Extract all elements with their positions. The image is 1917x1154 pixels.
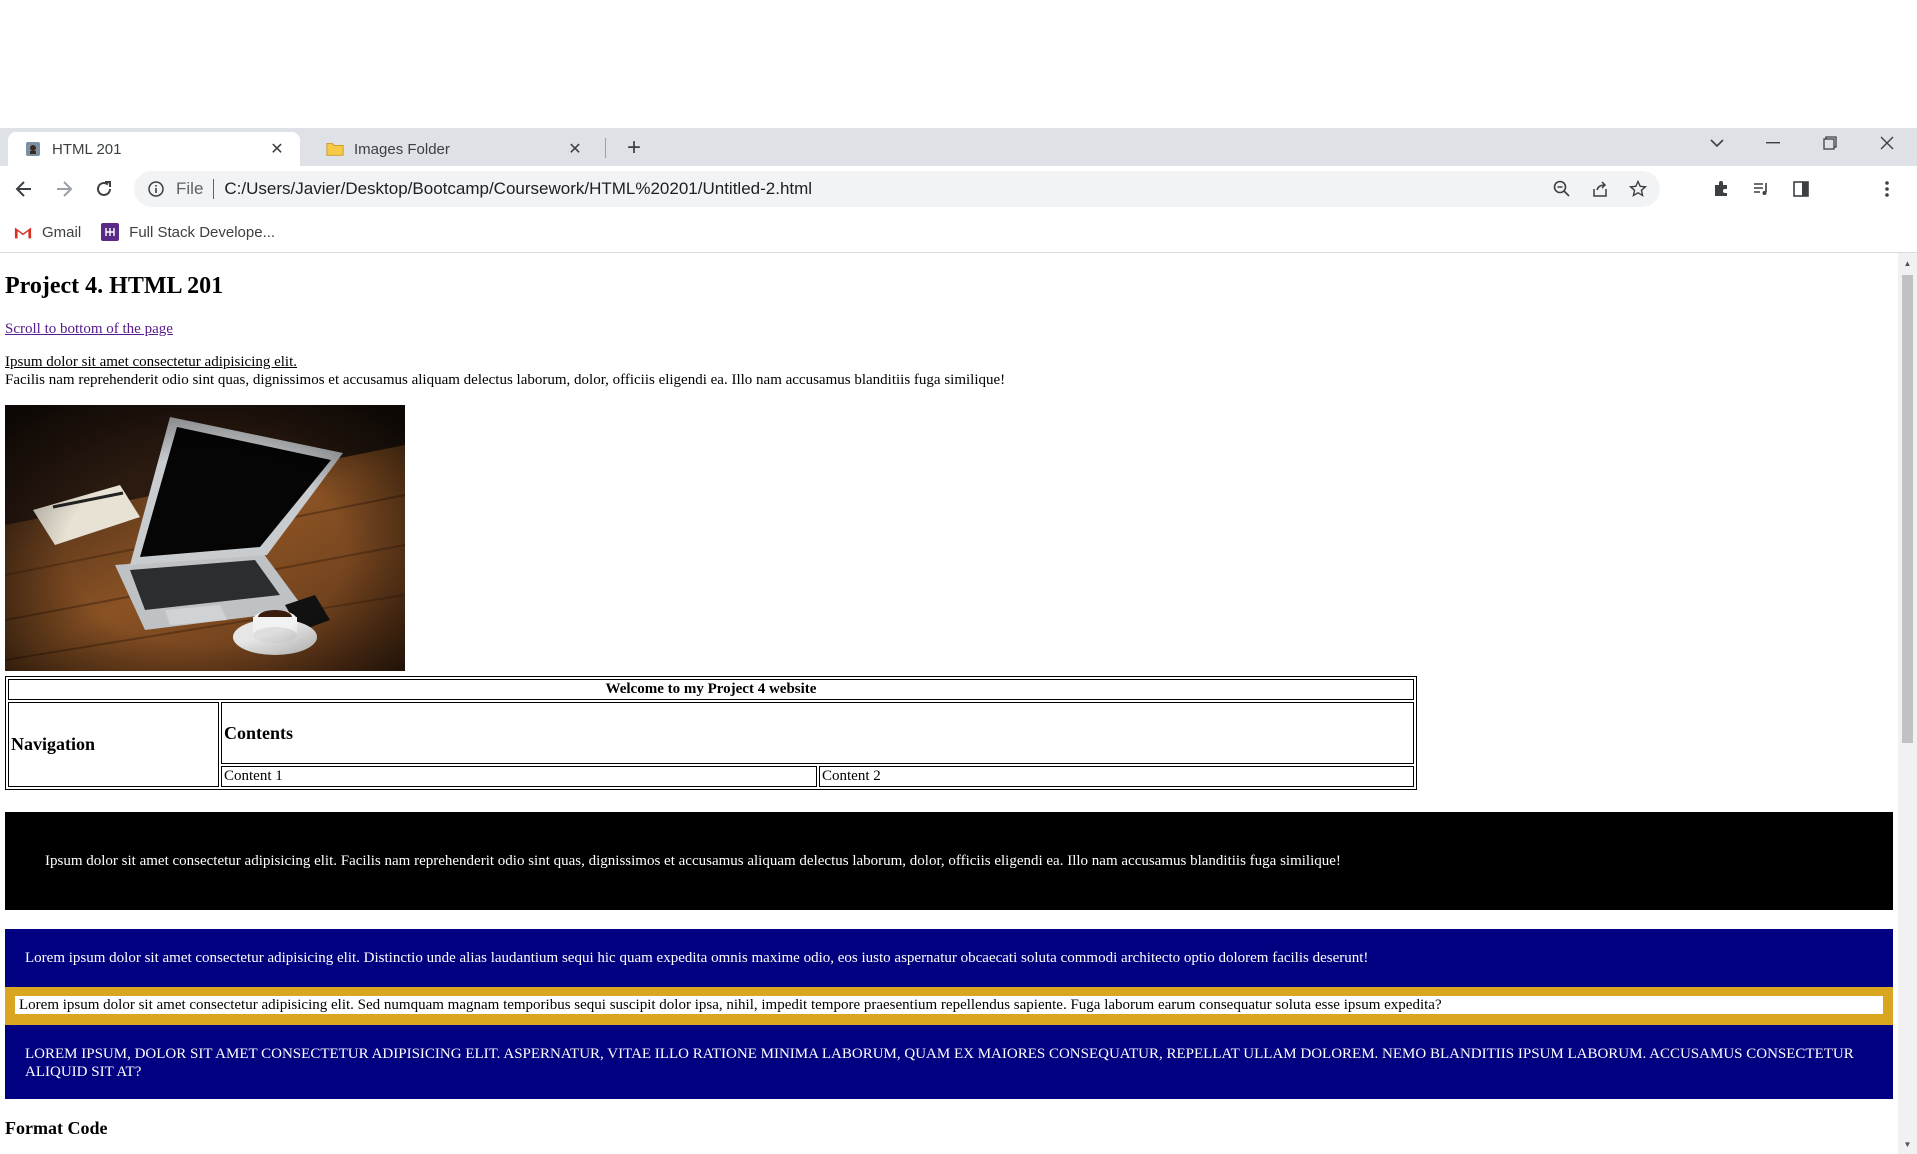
tab-separator xyxy=(605,138,606,158)
close-window-button[interactable] xyxy=(1864,128,1910,158)
scroll-to-bottom-link[interactable]: Scroll to bottom of the page xyxy=(5,321,173,338)
side-panel-icon[interactable] xyxy=(1789,177,1813,201)
page-viewport: Project 4. HTML 201 Scroll to bottom of … xyxy=(0,253,1898,1154)
menu-kebab-icon[interactable] xyxy=(1875,177,1899,201)
bookmark-star-icon[interactable] xyxy=(1626,177,1650,201)
content-2-cell: Content 2 xyxy=(819,766,1414,787)
back-button[interactable] xyxy=(8,173,40,205)
bookmarks-bar: Gmail Full Stack Develope... xyxy=(0,212,1917,253)
gold-bordered-box: Lorem ipsum dolor sit amet consectetur a… xyxy=(5,987,1893,1025)
table-caption-cell: Welcome to my Project 4 website xyxy=(8,679,1414,700)
gold-box-text: Lorem ipsum dolor sit amet consectetur a… xyxy=(15,996,1883,1014)
contents-cell: Contents xyxy=(221,702,1414,764)
tab-search-chevron-icon[interactable] xyxy=(1694,128,1740,158)
tab-title: Images Folder xyxy=(354,140,450,158)
desktop-blank-area xyxy=(0,0,1917,128)
gmail-icon xyxy=(14,223,32,241)
page-scrollbar[interactable]: ▲ ▼ xyxy=(1898,253,1917,1154)
black-text-box: Ipsum dolor sit amet consectetur adipisi… xyxy=(5,812,1893,910)
reload-button[interactable] xyxy=(88,173,120,205)
bookmark-full-stack[interactable]: Full Stack Develope... xyxy=(101,223,275,241)
scheme-label: File xyxy=(176,179,204,198)
layout-table: Welcome to my Project 4 website Navigati… xyxy=(5,676,1417,790)
bookmark-app-icon xyxy=(101,223,120,241)
tab-title: HTML 201 xyxy=(52,140,122,158)
media-controls-icon[interactable] xyxy=(1749,177,1773,201)
tab-strip: HTML 201 ✕ Images Folder ✕ xyxy=(0,128,1917,166)
site-info-icon[interactable] xyxy=(146,179,166,199)
forward-button[interactable] xyxy=(48,173,80,205)
new-tab-button[interactable]: + xyxy=(620,134,648,162)
scrollbar-thumb[interactable] xyxy=(1902,275,1913,743)
scroll-down-arrow-icon[interactable]: ▼ xyxy=(1902,1138,1913,1150)
address-divider xyxy=(213,179,215,199)
navy-box-1-text: Lorem ipsum dolor sit amet consectetur a… xyxy=(25,949,1369,966)
tab-images-folder[interactable]: Images Folder ✕ xyxy=(310,132,598,166)
navy-box-2-text: LOREM IPSUM, DOLOR SIT AMET CONSECTETUR … xyxy=(25,1046,1854,1080)
format-code-heading: Format Code xyxy=(5,1118,108,1138)
share-icon[interactable] xyxy=(1588,177,1612,201)
close-tab-icon[interactable]: ✕ xyxy=(564,138,586,160)
content-1-cell: Content 1 xyxy=(221,766,817,787)
scroll-up-arrow-icon[interactable]: ▲ xyxy=(1902,257,1913,269)
navy-text-box-1: Lorem ipsum dolor sit amet consectetur a… xyxy=(5,929,1893,987)
close-tab-icon[interactable]: ✕ xyxy=(266,138,288,160)
tab-html-201[interactable]: HTML 201 ✕ xyxy=(8,132,300,166)
url-text[interactable]: C:/Users/Javier/Desktop/Bootcamp/Coursew… xyxy=(224,179,812,199)
bookmark-gmail[interactable]: Gmail xyxy=(14,223,81,241)
intro-paragraph: Facilis nam reprehenderit odio sint quas… xyxy=(5,372,1006,388)
navy-text-box-2: LOREM IPSUM, DOLOR SIT AMET CONSECTETUR … xyxy=(5,1025,1893,1099)
page-title: Project 4. HTML 201 xyxy=(5,273,224,299)
laptop-desk-photo xyxy=(5,405,405,671)
black-box-text: Ipsum dolor sit amet consectetur adipisi… xyxy=(45,852,1341,869)
minimize-button[interactable] xyxy=(1750,128,1796,158)
folder-icon xyxy=(326,140,344,158)
browser-toolbar: File C:/Users/Javier/Desktop/Bootcamp/Co… xyxy=(0,166,1917,212)
navigation-cell: Navigation xyxy=(8,702,219,787)
bookmark-label: Gmail xyxy=(42,223,82,241)
zoom-icon[interactable] xyxy=(1550,177,1574,201)
extensions-icon[interactable] xyxy=(1709,177,1733,201)
page-favicon-icon xyxy=(24,140,42,158)
restore-button[interactable] xyxy=(1807,128,1853,158)
address-bar[interactable]: File C:/Users/Javier/Desktop/Bootcamp/Co… xyxy=(134,171,1660,207)
intro-heading-underlined: Ipsum dolor sit amet consectetur adipisi… xyxy=(5,354,298,370)
bookmark-label: Full Stack Develope... xyxy=(129,223,276,241)
